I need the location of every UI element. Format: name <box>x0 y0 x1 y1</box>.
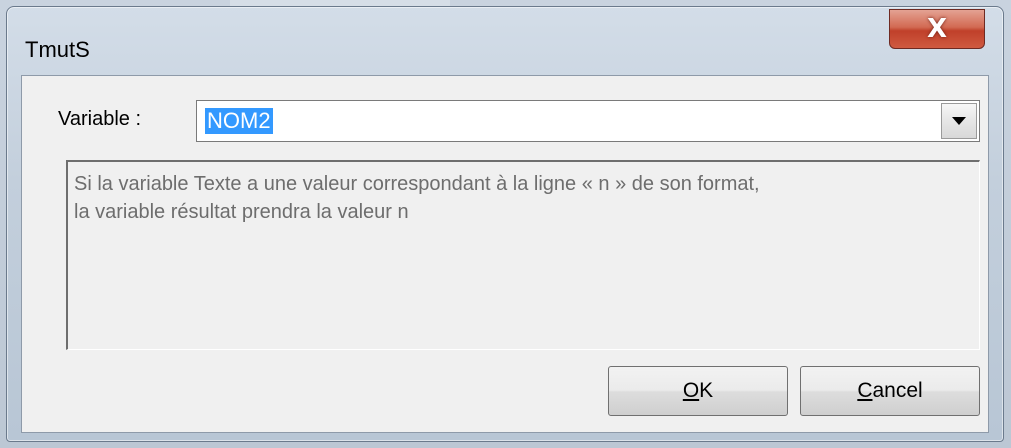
variable-combobox-value[interactable]: NOM2 <box>205 108 273 134</box>
description-line-1: Si la variable Texte a une valeur corres… <box>74 173 760 195</box>
description-line-2: la variable résultat prendra la valeur n <box>74 201 409 223</box>
ok-button-mnemonic: O <box>682 379 700 402</box>
cancel-button-label: ancel <box>872 379 923 402</box>
chevron-down-icon <box>952 117 966 125</box>
close-icon: X <box>926 14 948 44</box>
ok-button[interactable]: OK <box>608 366 788 416</box>
title-bar[interactable]: TmutS X <box>7 7 1003 77</box>
dropdown-button[interactable] <box>941 103 977 139</box>
dialog-client-area: Variable : NOM2 Si la variable Texte a u… <box>21 75 989 433</box>
variable-combobox[interactable]: NOM2 <box>196 100 980 142</box>
dialog-window: TmutS X Variable : NOM2 Si la variable T… <box>6 6 1004 442</box>
window-title: TmutS <box>25 37 90 62</box>
cancel-button[interactable]: Cancel <box>800 366 980 416</box>
close-button[interactable]: X <box>889 9 985 49</box>
cancel-button-mnemonic: C <box>857 379 873 402</box>
variable-label: Variable : <box>58 108 142 130</box>
ok-button-label: K <box>699 379 714 402</box>
description-textbox: Si la variable Texte a une valeur corres… <box>66 160 980 350</box>
